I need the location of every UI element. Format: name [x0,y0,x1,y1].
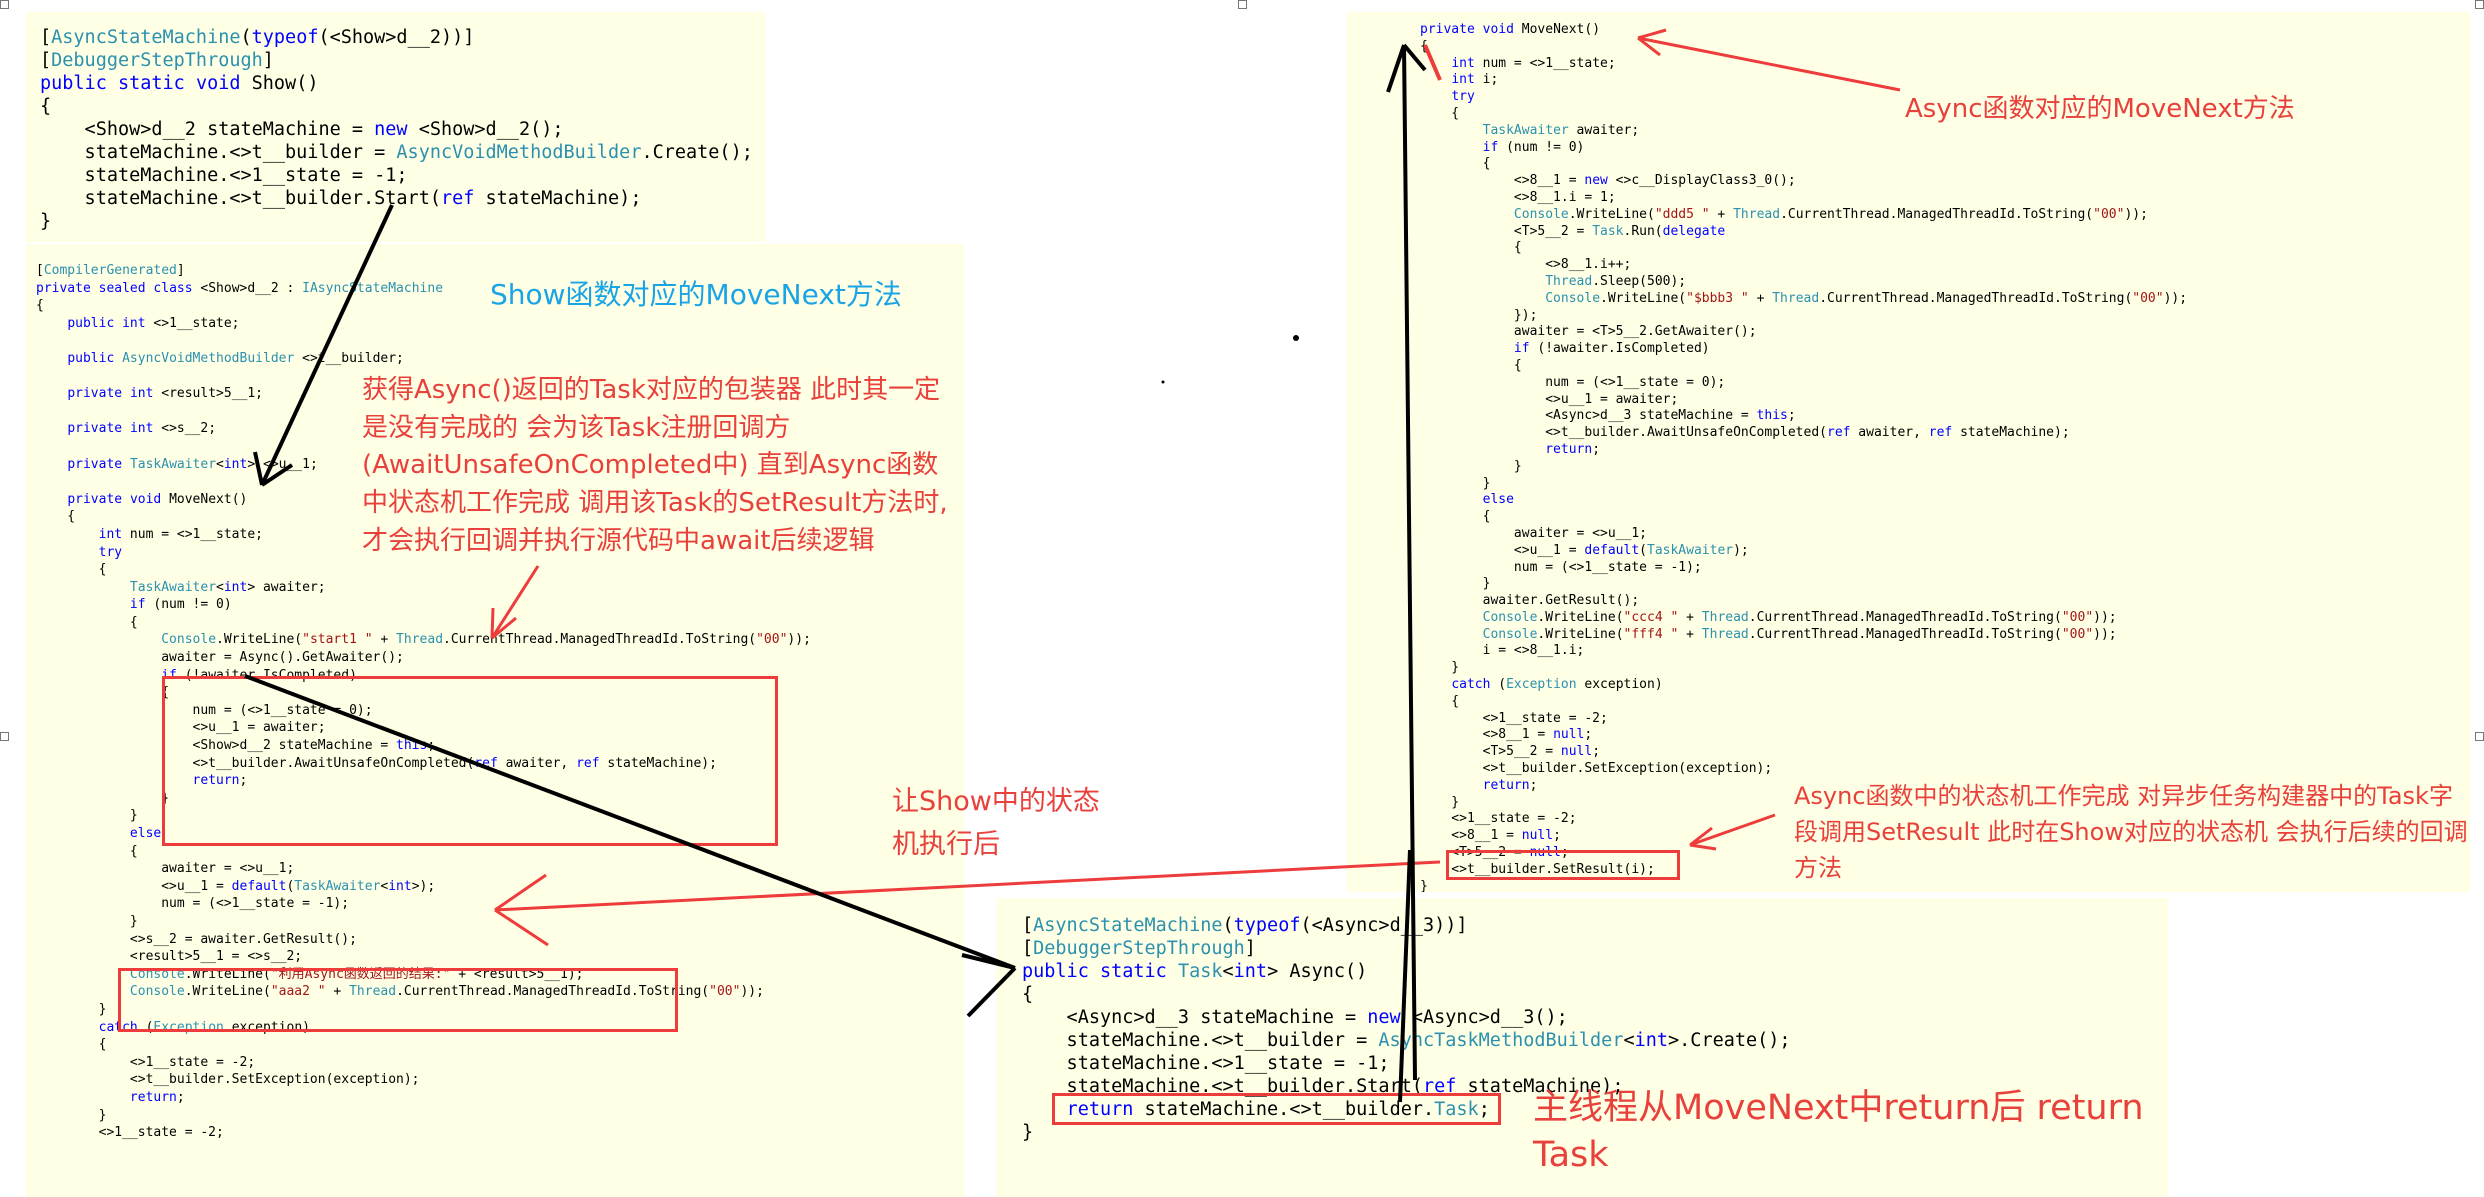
resize-handle-tm[interactable] [1238,0,1247,9]
arrow-call-to-async [244,674,1017,1018]
arrow-to-async-movenext [1637,28,1901,92]
arrow-to-await-box [490,565,540,640]
arrow-return-to-start [1398,849,1412,1103]
resize-handle-mr[interactable] [2475,732,2484,741]
arrow-start-to-movenext [253,204,394,487]
resize-handle-ml[interactable] [0,732,9,741]
resize-handle-tr[interactable] [2475,0,2484,9]
resize-handle-tl[interactable] [0,0,9,9]
arrows-overlay [244,28,1901,1103]
arrow-to-setresult-box [1689,813,1776,851]
arrow-setresult-to-else [494,860,1441,947]
arrow-movenext-brace [1423,44,1442,81]
